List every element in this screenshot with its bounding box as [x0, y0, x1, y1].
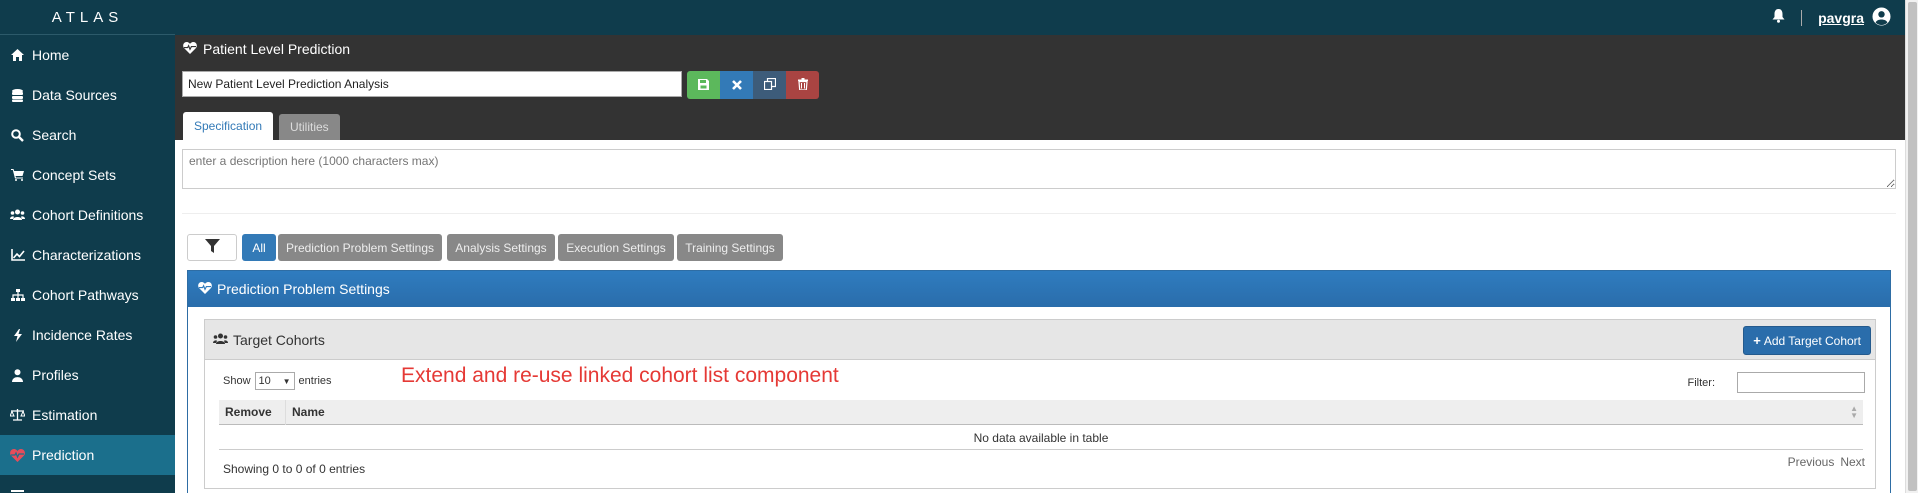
page-title-text: Patient Level Prediction	[203, 41, 351, 57]
empty-table-message: No data available in table	[219, 426, 1863, 450]
filter-analysis-settings-button[interactable]: Analysis Settings	[447, 234, 555, 261]
plus-icon: +	[1753, 333, 1761, 348]
save-icon	[698, 78, 709, 93]
page-title: Patient Level Prediction	[183, 41, 350, 57]
sidebar-item-data-sources[interactable]: Data Sources	[0, 75, 175, 115]
analysis-actions	[687, 71, 819, 99]
filter-label: Filter:	[1687, 377, 1716, 389]
sidebar-item-characterizations[interactable]: Characterizations	[0, 235, 175, 275]
show-label: Show	[223, 375, 251, 387]
prediction-problem-panel: Prediction Problem Settings Target Cohor…	[187, 270, 1891, 493]
sidebar-item-label: Home	[32, 47, 70, 63]
filter-training-settings-button[interactable]: Training Settings	[677, 234, 783, 261]
top-bar: pavgra	[175, 0, 1905, 35]
filter-all-button[interactable]: All	[242, 234, 276, 261]
divider	[182, 213, 1896, 214]
next-page-button[interactable]: Next	[1840, 455, 1865, 469]
save-button[interactable]	[687, 71, 720, 99]
close-button[interactable]	[720, 71, 753, 99]
sidebar-item-more[interactable]	[0, 475, 175, 493]
sidebar-item-cohort-pathways[interactable]: Cohort Pathways	[0, 275, 175, 315]
caret-down-icon: ▼	[282, 376, 291, 386]
sidebar-item-label: Concept Sets	[32, 167, 117, 183]
analysis-header: Patient Level Prediction Specification U…	[175, 35, 1905, 140]
annotation-text: Extend and re-use linked cohort list com…	[401, 364, 839, 387]
target-cohorts-title: Target Cohorts	[233, 331, 325, 348]
pagination: Previous Next	[1788, 455, 1865, 469]
sidebar-item-label: Profiles	[32, 367, 79, 383]
trash-icon	[797, 77, 808, 93]
bolt-icon	[9, 328, 26, 342]
sidebar-item-profiles[interactable]: Profiles	[0, 355, 175, 395]
home-icon	[9, 49, 26, 61]
delete-button[interactable]	[786, 71, 819, 99]
filter-icon	[204, 239, 220, 256]
bell-icon[interactable]	[1772, 9, 1785, 26]
sitemap-icon	[9, 289, 26, 301]
heartbeat-icon	[183, 41, 203, 57]
heartbeat-icon	[9, 448, 26, 462]
previous-page-button[interactable]: Previous	[1788, 455, 1835, 469]
line-chart-icon	[9, 249, 26, 261]
add-target-cohort-button[interactable]: + Add Target Cohort	[1743, 326, 1871, 355]
sidebar-item-label: Characterizations	[32, 247, 141, 263]
sidebar-item-search[interactable]: Search	[0, 115, 175, 155]
sidebar-item-incidence-rates[interactable]: Incidence Rates	[0, 315, 175, 355]
sidebar-item-cohort-definitions[interactable]: Cohort Definitions	[0, 195, 175, 235]
column-header-name[interactable]: Name	[286, 400, 325, 425]
brand-logo[interactable]: ATLAS	[0, 0, 175, 35]
users-icon	[9, 209, 26, 221]
entries-value: 10	[258, 375, 271, 387]
tab-utilities[interactable]: Utilities	[279, 114, 340, 140]
sidebar-item-label: Estimation	[32, 407, 98, 423]
user-icon	[9, 368, 26, 382]
close-icon	[731, 78, 742, 93]
panel-title: Prediction Problem Settings	[217, 281, 390, 297]
page-scrollbar[interactable]	[1905, 0, 1918, 493]
target-cohorts-panel: Target Cohorts + Add Target Cohort Show …	[204, 319, 1876, 489]
sidebar-item-label: Search	[32, 127, 77, 143]
list-icon	[9, 489, 26, 493]
page-length-control: Show 10 ▼ entries	[223, 372, 332, 390]
description-input[interactable]	[182, 149, 1896, 189]
table-header: Remove Name ▲ ▼	[219, 399, 1863, 425]
sidebar: ATLAS Home Data Sources Search Concept S…	[0, 0, 175, 493]
column-header-remove[interactable]: Remove	[219, 399, 286, 425]
sidebar-item-estimation[interactable]: Estimation	[0, 395, 175, 435]
entries-select[interactable]: 10 ▼	[254, 372, 295, 390]
cart-icon	[9, 169, 26, 181]
filter-toggle-button[interactable]	[187, 234, 237, 261]
copy-icon	[763, 77, 776, 93]
table-info: Showing 0 to 0 of 0 entries	[223, 462, 366, 476]
sidebar-item-label: Cohort Definitions	[32, 207, 144, 223]
copy-button[interactable]	[753, 71, 786, 99]
scrollbar-thumb[interactable]	[1908, 2, 1917, 491]
users-icon	[213, 332, 233, 348]
database-icon	[9, 88, 26, 102]
tab-specification[interactable]: Specification	[183, 112, 274, 140]
sidebar-item-prediction[interactable]: Prediction	[0, 435, 175, 475]
table-filter-input[interactable]	[1737, 372, 1865, 393]
add-target-cohort-label: Add Target Cohort	[1763, 333, 1861, 348]
panel-header: Prediction Problem Settings	[188, 271, 1890, 307]
sidebar-item-label: Cohort Pathways	[32, 287, 139, 303]
search-icon	[9, 128, 26, 142]
entries-label: entries	[298, 375, 332, 387]
filter-prediction-problem-button[interactable]: Prediction Problem Settings	[278, 234, 442, 261]
username-link[interactable]: pavgra	[1818, 10, 1864, 26]
balance-scale-icon	[9, 409, 26, 421]
sidebar-item-home[interactable]: Home	[0, 35, 175, 75]
heartbeat-icon	[198, 281, 217, 297]
sidebar-item-concept-sets[interactable]: Concept Sets	[0, 155, 175, 195]
user-circle-icon[interactable]	[1872, 7, 1891, 29]
filter-execution-settings-button[interactable]: Execution Settings	[558, 234, 674, 261]
target-cohorts-header: Target Cohorts + Add Target Cohort	[205, 320, 1875, 360]
sidebar-item-label: Incidence Rates	[32, 327, 133, 343]
analysis-name-input[interactable]	[182, 71, 682, 97]
sidebar-item-label: Prediction	[32, 447, 95, 463]
sidebar-item-label: Data Sources	[32, 87, 117, 103]
divider	[1801, 9, 1803, 26]
sort-icon[interactable]: ▲ ▼	[1850, 405, 1858, 420]
